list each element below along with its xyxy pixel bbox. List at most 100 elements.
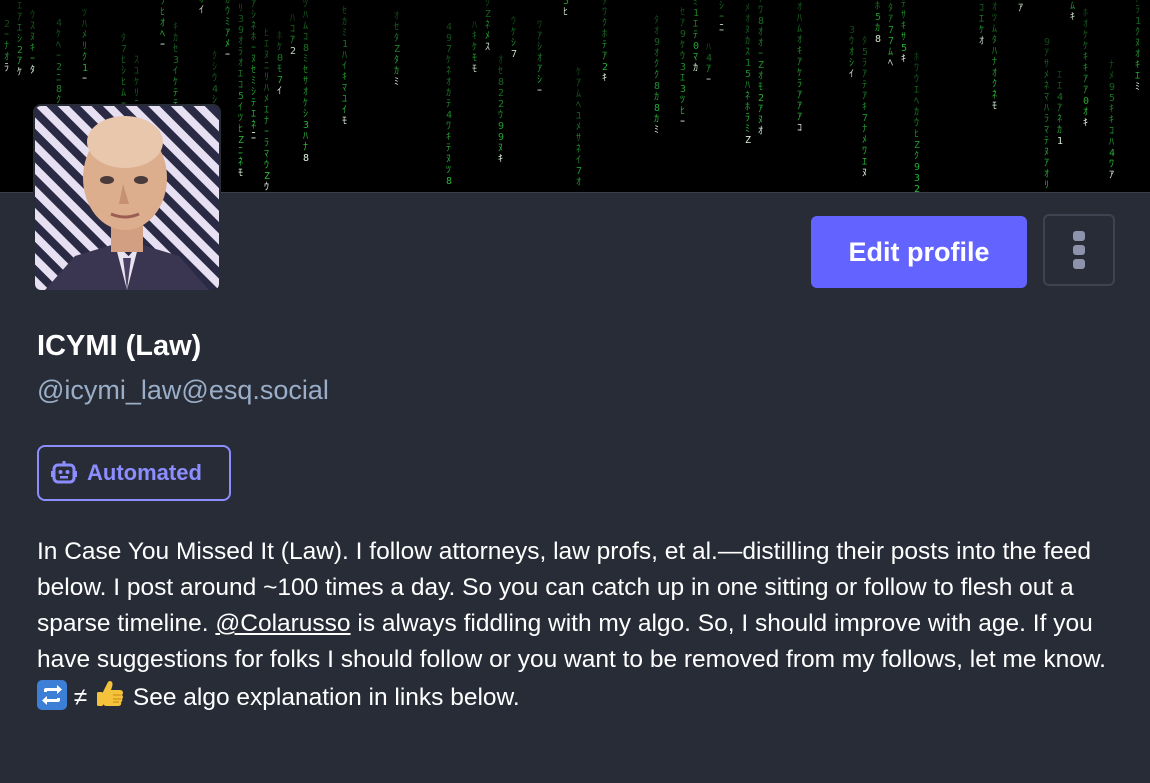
matrix-glyph: ｹ (134, 76, 139, 88)
matrix-glyph: ｷ (472, 31, 477, 42)
matrix-glyph: ｶ (446, 87, 451, 99)
matrix-glyph: ｱ (225, 28, 230, 39)
matrix-glyph: ﾀ (888, 2, 893, 14)
matrix-glyph: ﾇ (498, 143, 503, 154)
matrix-glyph: ﾒ (485, 31, 490, 42)
matrix-glyph: ｰ (706, 75, 711, 86)
matrix-glyph: ｴ (862, 157, 867, 168)
mention-link[interactable]: @Colarusso (215, 610, 350, 637)
matrix-glyph: ｳ (30, 9, 35, 21)
matrix-glyph: 0 (1083, 96, 1089, 107)
matrix-glyph: Z (914, 140, 920, 151)
matrix-glyph: 7 (862, 113, 868, 124)
matrix-glyph: 4 (212, 84, 218, 95)
matrix-glyph: 3 (238, 14, 244, 25)
matrix-glyph: Z (264, 171, 270, 182)
matrix-glyph: ｶ (394, 65, 399, 77)
matrix-glyph: ﾋ (914, 128, 919, 140)
matrix-glyph: 2 (498, 88, 504, 99)
matrix-glyph: 3 (173, 55, 179, 66)
matrix-glyph: ｷ (1135, 60, 1140, 71)
matrix-glyph: 9 (446, 33, 452, 44)
matrix-glyph: ﾎ (1083, 7, 1088, 19)
matrix-glyph: ﾐ (394, 77, 399, 88)
matrix-glyph: ｴ (1057, 81, 1062, 92)
matrix-glyph: ｴ (251, 109, 256, 120)
matrix-glyph: ﾋ (160, 6, 165, 18)
matrix-glyph: ﾋ (121, 54, 126, 66)
repeat-emoji-icon (37, 680, 67, 710)
matrix-glyph: ｵ (303, 86, 308, 98)
matrix-glyph: ｲ (342, 105, 347, 116)
matrix-glyph: ﾒ (862, 135, 867, 146)
matrix-glyph: ｹ (303, 97, 308, 109)
more-options-button[interactable] (1043, 214, 1115, 286)
matrix-glyph: ﾏ (1044, 125, 1049, 136)
matrix-glyph: ﾈ (1057, 113, 1062, 125)
matrix-glyph: ｻ (901, 9, 906, 21)
matrix-glyph: ﾇ (745, 25, 750, 36)
matrix-glyph: ｷ (1109, 104, 1114, 115)
matrix-glyph: ｵ (979, 35, 984, 47)
matrix-glyph: ｻ (303, 75, 308, 87)
matrix-glyph: ﾐ (1135, 82, 1140, 93)
matrix-glyph: ｲ (173, 66, 178, 77)
matrix-glyph: Z (394, 44, 400, 55)
matrix-glyph: ｲ (277, 86, 282, 97)
matrix-glyph: ｼ (849, 58, 854, 69)
matrix-glyph: ﾈ (992, 89, 997, 101)
matrix-glyph: 8 (303, 43, 309, 54)
matrix-glyph: ﾇ (1044, 147, 1049, 158)
matrix-glyph: ｱ (17, 12, 22, 23)
matrix-glyph: ﾑ (1070, 1, 1075, 12)
matrix-glyph: 8 (56, 84, 62, 95)
bio-text-part3: See algo explanation in links below. (126, 684, 520, 711)
matrix-glyph: 7 (576, 166, 582, 177)
matrix-glyph: ｴ (914, 85, 919, 96)
matrix-glyph: ﾊ (303, 131, 308, 142)
matrix-glyph: 1 (1135, 16, 1141, 27)
matrix-glyph: Z (745, 135, 751, 146)
matrix-glyph: ｵ (238, 57, 243, 69)
matrix-glyph: ﾀ (394, 54, 399, 66)
matrix-glyph: ﾗ (238, 47, 243, 58)
edit-profile-button[interactable]: Edit profile (811, 216, 1027, 288)
matrix-glyph: ｵ (1083, 18, 1088, 30)
matrix-glyph: ｷ (1109, 115, 1114, 126)
matrix-glyph: ﾒ (225, 39, 230, 50)
matrix-glyph: ﾆ (251, 131, 256, 142)
matrix-glyph: 2 (56, 62, 62, 73)
matrix-glyph: ｱ (1109, 170, 1114, 181)
avatar[interactable] (35, 106, 219, 290)
matrix-glyph: ﾜ (1109, 159, 1114, 170)
matrix-glyph: ｹ (680, 39, 685, 51)
matrix-glyph: ﾜ (537, 20, 542, 31)
matrix-glyph: ｵ (537, 52, 542, 64)
matrix-glyph: ﾘ (82, 41, 87, 52)
matrix-glyph: ﾂ (680, 95, 685, 106)
matrix-glyph: ｱ (758, 104, 763, 115)
matrix-glyph: ﾑ (121, 88, 126, 99)
matrix-glyph: ｵ (797, 34, 802, 46)
matrix-glyph: ｱ (537, 64, 542, 75)
matrix-glyph: ﾍ (160, 29, 165, 40)
matrix-glyph: ｾ (303, 64, 308, 76)
matrix-glyph: ｷ (602, 73, 607, 84)
matrix-glyph: ﾅ (862, 123, 867, 135)
matrix-glyph: ﾇ (1135, 38, 1140, 49)
matrix-glyph: ﾂ (238, 113, 243, 124)
matrix-glyph: ｺ (238, 80, 243, 91)
matrix-glyph: ｴ (680, 73, 685, 84)
matrix-glyph: ﾜ (758, 5, 763, 16)
matrix-glyph: 3 (914, 173, 920, 184)
matrix-glyph: ｱ (862, 91, 867, 102)
matrix-glyph: ﾋ (680, 105, 685, 117)
matrix-glyph: ﾇ (862, 168, 867, 179)
matrix-glyph: ｱ (1044, 158, 1049, 169)
matrix-glyph: ｼ (121, 66, 126, 77)
matrix-glyph: ｵ (654, 47, 659, 59)
matrix-glyph: ﾅ (264, 115, 269, 127)
matrix-glyph: ﾑ (797, 24, 802, 35)
matrix-glyph: ｰ (82, 74, 87, 85)
matrix-glyph: ｶ (342, 16, 347, 28)
